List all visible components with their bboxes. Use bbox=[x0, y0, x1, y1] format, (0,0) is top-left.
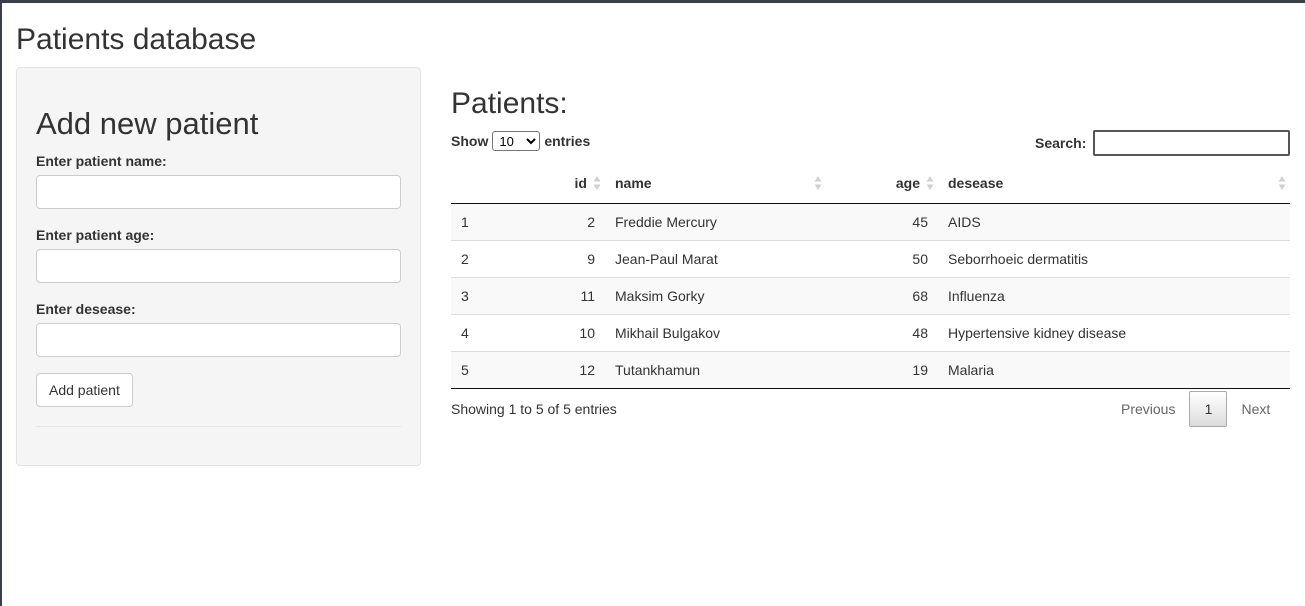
cell-index: 2 bbox=[451, 239, 545, 277]
col-header-age[interactable]: age bbox=[826, 163, 938, 204]
patient-name-input[interactable] bbox=[36, 175, 401, 209]
cell-index: 1 bbox=[451, 203, 545, 240]
cell-id: 12 bbox=[545, 350, 605, 389]
length-prefix: Show bbox=[451, 133, 489, 149]
cell-age: 48 bbox=[826, 313, 938, 351]
cell-disease: Hypertensive kidney disease bbox=[938, 313, 1290, 351]
search-input[interactable] bbox=[1093, 130, 1291, 156]
cell-disease: Malaria bbox=[938, 350, 1290, 389]
search-control: Search: bbox=[1035, 130, 1291, 156]
patients-table: id name age desease 1 2 Freddie Mercury … bbox=[451, 163, 1290, 389]
col-header-name[interactable]: name bbox=[605, 163, 826, 204]
cell-index: 4 bbox=[451, 313, 545, 351]
entries-per-page-select[interactable]: 10 bbox=[492, 131, 541, 151]
name-label: Enter patient name: bbox=[36, 153, 167, 169]
table-row[interactable]: 1 2 Freddie Mercury 45 AIDS bbox=[451, 203, 1290, 240]
col-header-disease-label: desease bbox=[948, 174, 1004, 191]
table-row[interactable]: 4 10 Mikhail Bulgakov 48 Hypertensive ki… bbox=[451, 313, 1290, 351]
cell-disease: AIDS bbox=[938, 203, 1290, 240]
cell-id: 9 bbox=[545, 239, 605, 277]
form-heading: Add new patient bbox=[36, 106, 259, 141]
cell-age: 45 bbox=[826, 203, 938, 240]
patients-heading: Patients: bbox=[451, 87, 568, 120]
cell-name: Jean-Paul Marat bbox=[605, 239, 826, 277]
col-header-id-label: id bbox=[574, 174, 587, 191]
sort-both-icon bbox=[593, 176, 601, 190]
add-patient-button[interactable]: Add patient bbox=[36, 373, 133, 407]
table-info: Showing 1 to 5 of 5 entries bbox=[451, 401, 617, 417]
cell-disease: Seborrhoeic dermatitis bbox=[938, 239, 1290, 277]
cell-name: Freddie Mercury bbox=[605, 203, 826, 240]
cell-name: Tutankhamun bbox=[605, 350, 826, 389]
cell-age: 50 bbox=[826, 239, 938, 277]
sort-both-icon bbox=[926, 176, 934, 190]
length-suffix: entries bbox=[544, 133, 591, 149]
col-header-index bbox=[451, 163, 545, 204]
sort-both-icon bbox=[1278, 176, 1286, 190]
sidebar-panel: Add new patient Enter patient name: Ente… bbox=[16, 67, 421, 466]
cell-id: 10 bbox=[545, 313, 605, 351]
next-page-button[interactable]: Next bbox=[1227, 391, 1284, 427]
cell-id: 11 bbox=[545, 276, 605, 314]
cell-index: 3 bbox=[451, 276, 545, 314]
table-row[interactable]: 5 12 Tutankhamun 19 Malaria bbox=[451, 350, 1290, 389]
pagination: Previous 1 Next bbox=[1107, 391, 1284, 427]
col-header-age-label: age bbox=[895, 174, 920, 191]
cell-name: Maksim Gorky bbox=[605, 276, 826, 314]
cell-id: 2 bbox=[545, 203, 605, 240]
page-title: Patients database bbox=[16, 23, 257, 56]
sort-both-icon bbox=[814, 176, 822, 190]
cell-age: 19 bbox=[826, 350, 938, 389]
table-row[interactable]: 2 9 Jean-Paul Marat 50 Seborrhoeic derma… bbox=[451, 239, 1290, 277]
col-header-id[interactable]: id bbox=[545, 163, 605, 204]
app-frame: Patients database Add new patient Enter … bbox=[0, 0, 1305, 606]
cell-age: 68 bbox=[826, 276, 938, 314]
cell-disease: Influenza bbox=[938, 276, 1290, 314]
cell-name: Mikhail Bulgakov bbox=[605, 313, 826, 351]
form-divider bbox=[36, 426, 401, 427]
patient-disease-input[interactable] bbox=[36, 323, 401, 357]
entries-length-control: Show 10 entries bbox=[451, 131, 590, 151]
search-label: Search: bbox=[1035, 135, 1087, 151]
col-header-name-label: name bbox=[615, 174, 652, 191]
disease-label: Enter desease: bbox=[36, 301, 136, 317]
patient-age-input[interactable] bbox=[36, 249, 401, 283]
table-header-row: id name age desease bbox=[451, 163, 1290, 204]
cell-index: 5 bbox=[451, 350, 545, 389]
col-header-disease[interactable]: desease bbox=[938, 163, 1290, 204]
age-label: Enter patient age: bbox=[36, 227, 155, 243]
table-row[interactable]: 3 11 Maksim Gorky 68 Influenza bbox=[451, 276, 1290, 314]
previous-page-button[interactable]: Previous bbox=[1107, 391, 1189, 427]
page-1-button[interactable]: 1 bbox=[1189, 391, 1228, 427]
